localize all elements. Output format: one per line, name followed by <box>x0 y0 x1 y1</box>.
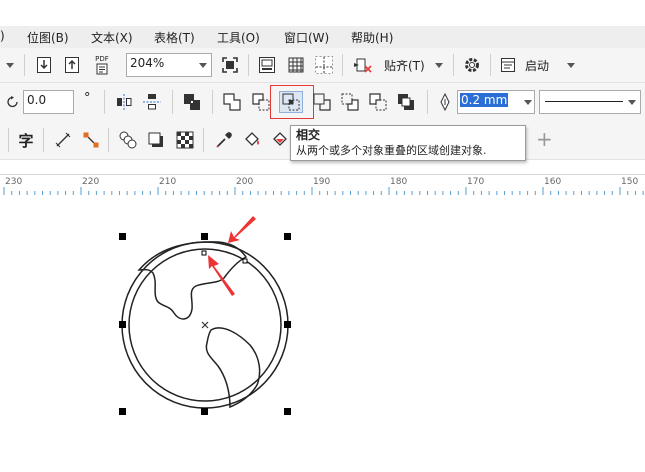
toolbar-divider <box>43 128 44 152</box>
connector-tool-icon[interactable] <box>80 129 102 151</box>
selection-handle-right[interactable] <box>284 321 291 328</box>
selection-handle-top[interactable] <box>201 233 208 240</box>
menu-item-table[interactable]: 表格(T) <box>154 29 195 46</box>
menu-item-bitmap[interactable]: 位图(B) <box>27 29 69 46</box>
node-handle[interactable] <box>201 250 207 256</box>
menu-item-window[interactable]: 窗口(W) <box>284 29 329 46</box>
application-launcher-icon[interactable] <box>497 54 519 76</box>
line-style-dropdown-arrow-icon[interactable] <box>628 100 636 105</box>
selection-handle-bottom[interactable] <box>201 408 208 415</box>
outline-pen-icon <box>436 91 454 113</box>
outline-width-value: 0.2 mm <box>460 93 509 107</box>
toolbar-divider <box>490 54 491 76</box>
mirror-vertical-icon[interactable] <box>141 91 163 113</box>
toolbar-divider <box>172 90 173 114</box>
front-minus-back-icon[interactable] <box>339 91 361 113</box>
eyedropper-tool-icon[interactable] <box>213 129 235 151</box>
toolbar-divider <box>342 54 343 76</box>
selection-handle-bottom-right[interactable] <box>284 408 291 415</box>
menu-item-partial[interactable]: ) <box>0 29 5 43</box>
drop-shadow-tool-icon[interactable] <box>145 129 167 151</box>
dimension-tool-icon[interactable] <box>52 129 74 151</box>
snap-dropdown-arrow-icon[interactable] <box>435 63 443 68</box>
launcher-dropdown-arrow-icon[interactable] <box>567 63 575 68</box>
ruler-label: 190 <box>313 177 331 187</box>
property-bar: 0.0 ° 0.2 mm <box>0 83 645 122</box>
line-style-selector[interactable] <box>539 90 641 114</box>
pdf-label: PDF <box>95 55 109 63</box>
snap-to-label[interactable]: 贴齐(T) <box>384 57 425 74</box>
ruler-label: 180 <box>390 177 408 187</box>
ruler-label: 230 <box>5 177 23 187</box>
combine-icon[interactable] <box>181 91 203 113</box>
text-tool-label: 字 <box>18 131 34 150</box>
rotation-angle-input[interactable]: 0.0 <box>23 90 74 114</box>
intersect-tooltip: 相交 从两个或多个对象重叠的区域创建对象. <box>290 125 526 161</box>
ruler-label: 200 <box>236 177 254 187</box>
show-rulers-icon[interactable] <box>256 54 278 76</box>
import-icon[interactable] <box>34 54 54 76</box>
blend-tool-icon[interactable] <box>117 129 139 151</box>
toolbar-divider <box>212 90 213 114</box>
simplify-icon[interactable] <box>311 91 333 113</box>
text-tool-icon[interactable]: 字 <box>14 129 38 151</box>
zoom-dropdown-arrow-icon[interactable] <box>199 63 207 68</box>
interactive-fill-tool-icon[interactable] <box>242 129 264 151</box>
back-minus-front-icon[interactable] <box>367 91 389 113</box>
show-grid-icon[interactable] <box>285 54 307 76</box>
red-arrow-icon <box>208 255 235 296</box>
smart-fill-tool-icon[interactable] <box>271 129 289 151</box>
add-tool-button[interactable]: + <box>536 127 553 151</box>
publish-pdf-icon[interactable]: PDF <box>90 54 114 76</box>
line-style-preview <box>545 101 623 102</box>
toolbar-divider <box>108 128 109 152</box>
horizontal-ruler[interactable]: 230 220 210 200 190 180 170 160 150 <box>0 174 645 196</box>
dropdown-arrow-icon[interactable] <box>6 63 14 68</box>
toolbar-divider <box>453 54 454 76</box>
ruler-label: 170 <box>467 177 485 187</box>
red-arrow-icon <box>228 216 256 243</box>
selection-handle-bottom-left[interactable] <box>119 408 126 415</box>
outline-width-dropdown-arrow-icon[interactable] <box>524 100 532 105</box>
toolbar-divider <box>248 54 249 76</box>
rotation-angle-icon <box>5 93 21 111</box>
degree-symbol: ° <box>84 91 91 106</box>
application-launcher-label[interactable]: 启动 <box>525 57 549 74</box>
create-boundary-icon[interactable] <box>395 91 417 113</box>
ruler-label: 150 <box>621 177 639 187</box>
menu-item-text[interactable]: 文本(X) <box>91 29 133 46</box>
ruler-label: 160 <box>544 177 562 187</box>
weld-icon[interactable] <box>221 91 243 113</box>
toolbar-divider <box>8 128 9 152</box>
tooltip-title: 相交 <box>296 128 321 142</box>
selection-handle-left[interactable] <box>119 321 126 328</box>
toolbar-divider <box>427 90 428 114</box>
zoom-level-value: 204% <box>130 56 165 70</box>
selection-handle-top-left[interactable] <box>119 233 126 240</box>
ruler-label: 210 <box>159 177 177 187</box>
mirror-horizontal-icon[interactable] <box>113 91 135 113</box>
transparency-tool-icon[interactable] <box>174 129 196 151</box>
drawing-canvas[interactable] <box>0 195 645 472</box>
menu-item-help[interactable]: 帮助(H) <box>351 29 393 46</box>
tooltip-description: 从两个或多个对象重叠的区域创建对象. <box>296 144 487 157</box>
toolbar-divider <box>24 54 25 76</box>
show-guidelines-icon[interactable] <box>313 54 335 76</box>
center-cross-mark <box>201 321 209 329</box>
export-icon[interactable] <box>62 54 82 76</box>
full-screen-preview-icon[interactable] <box>219 54 241 76</box>
options-gear-icon[interactable] <box>461 54 483 76</box>
selection-handle-top-right[interactable] <box>284 233 291 240</box>
toolbar-divider <box>104 90 105 114</box>
menu-item-tools[interactable]: 工具(O) <box>217 29 260 46</box>
rotation-angle-value: 0.0 <box>27 93 47 107</box>
standard-toolbar: PDF 204% 贴齐(T) 启动 <box>0 48 645 83</box>
intersect-icon[interactable] <box>279 91 303 113</box>
snap-to-icon[interactable] <box>350 54 374 76</box>
ruler-label: 220 <box>82 177 100 187</box>
menu-bar: ) 位图(B) 文本(X) 表格(T) 工具(O) 窗口(W) 帮助(H) <box>0 26 645 49</box>
toolbar-divider <box>203 128 204 152</box>
node-handle[interactable] <box>242 258 248 264</box>
trim-icon[interactable] <box>250 91 272 113</box>
